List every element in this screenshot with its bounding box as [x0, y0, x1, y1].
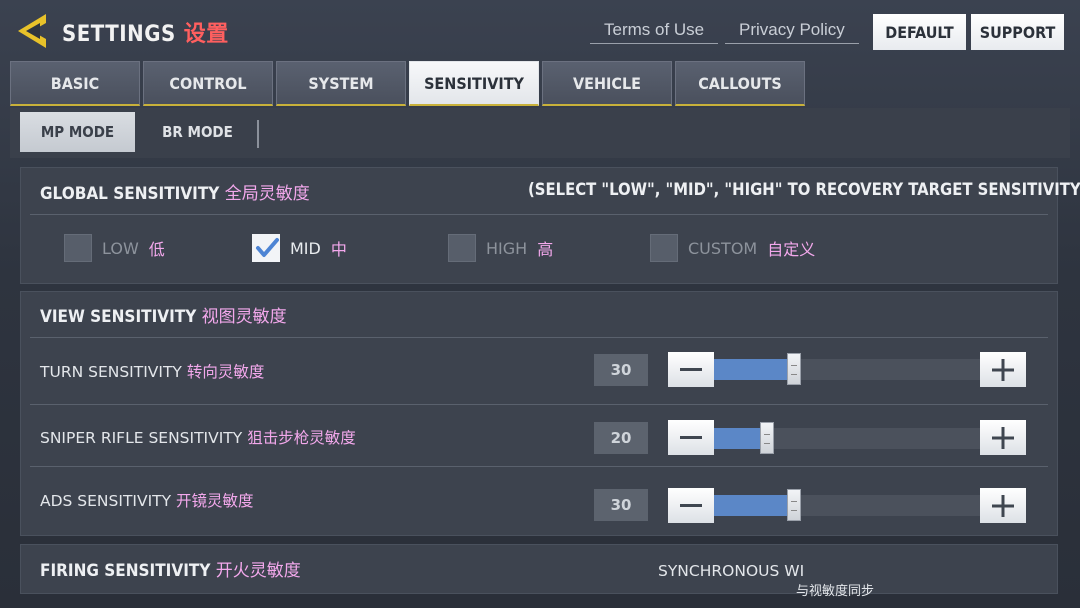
view-sensitivity-title: VIEW SENSITIVITY 视图灵敏度	[40, 302, 287, 327]
slider-fill	[714, 359, 794, 380]
plus-icon	[992, 494, 1014, 517]
global-sensitivity-title: GLOBAL SENSITIVITY 全局灵敏度	[40, 179, 310, 204]
ads-sensitivity-label: ADS SENSITIVITY 开镜灵敏度	[40, 489, 254, 511]
ads-sensitivity-slider[interactable]	[714, 489, 980, 521]
sniper-rifle-sensitivity-label: SNIPER RIFLE SENSITIVITY 狙击步枪灵敏度	[40, 426, 356, 448]
checkmark-icon	[256, 238, 279, 257]
tab-br-mode[interactable]: BR MODE	[140, 112, 255, 152]
plus-icon	[992, 426, 1014, 449]
checkbox-high[interactable]	[448, 234, 476, 262]
ads-sensitivity-increase-button[interactable]	[980, 488, 1026, 523]
tab-callouts[interactable]: CALLOUTS	[675, 61, 805, 106]
firing-sensitivity-title-cn: 开火灵敏度	[215, 561, 301, 581]
sniper-rifle-sensitivity-decrease-button[interactable]	[668, 420, 714, 455]
minus-icon	[680, 435, 702, 439]
view-sensitivity-title-text: VIEW SENSITIVITY	[40, 307, 197, 327]
tab-system[interactable]: SYSTEM	[276, 61, 406, 106]
firing-sensitivity-title-text: FIRING SENSITIVITY	[40, 561, 211, 581]
option-custom-label-cn: 自定义	[767, 240, 816, 259]
page-title-cn: 设置	[183, 22, 229, 47]
minus-icon	[680, 367, 702, 371]
section-divider	[30, 214, 1048, 215]
tab-basic[interactable]: BASIC	[10, 61, 140, 106]
option-high-label-cn: 高	[537, 240, 554, 259]
turn-sensitivity-increase-button[interactable]	[980, 352, 1026, 387]
option-low[interactable]: LOW 低	[64, 234, 165, 262]
ads-sensitivity-value: 30	[594, 489, 648, 521]
synchronous-label: SYNCHRONOUS WI	[658, 562, 805, 580]
tab-vehicle[interactable]: VEHICLE	[542, 61, 672, 106]
turn-sensitivity-label: TURN SENSITIVITY 转向灵敏度	[40, 360, 264, 382]
turn-sensitivity-value: 30	[594, 354, 648, 386]
ads-sensitivity-label-text: ADS SENSITIVITY	[40, 492, 172, 510]
sniper-rifle-sensitivity-slider[interactable]	[714, 422, 980, 454]
back-arrow-icon	[18, 14, 46, 48]
section-divider	[30, 337, 1048, 338]
support-button[interactable]: SUPPORT	[971, 14, 1064, 50]
global-sensitivity-title-cn: 全局灵敏度	[224, 184, 310, 204]
option-high[interactable]: HIGH 高	[448, 234, 553, 262]
tab-sensitivity[interactable]: SENSITIVITY	[409, 61, 539, 106]
option-mid[interactable]: MID 中	[252, 234, 347, 262]
back-button[interactable]	[16, 12, 50, 50]
plus-icon	[992, 358, 1014, 381]
page-title-text: SETTINGS	[62, 22, 176, 47]
checkbox-mid[interactable]	[252, 234, 280, 262]
option-mid-label: MID	[290, 238, 321, 258]
slider-handle[interactable]	[760, 422, 775, 454]
sniper-rifle-sensitivity-label-text: SNIPER RIFLE SENSITIVITY	[40, 429, 243, 447]
firing-sensitivity-title: FIRING SENSITIVITY 开火灵敏度	[40, 556, 301, 581]
option-low-label: LOW	[102, 238, 139, 258]
sniper-rifle-sensitivity-increase-button[interactable]	[980, 420, 1026, 455]
tab-control[interactable]: CONTROL	[143, 61, 273, 106]
option-mid-label-cn: 中	[330, 240, 347, 259]
main-tab-bar: BASIC CONTROL SYSTEM SENSITIVITY VEHICLE…	[10, 61, 805, 106]
turn-sensitivity-label-cn: 转向灵敏度	[186, 363, 265, 381]
option-custom[interactable]: CUSTOM 自定义	[650, 234, 815, 262]
turn-sensitivity-slider[interactable]	[714, 353, 980, 385]
option-high-label: HIGH	[486, 238, 528, 258]
global-sensitivity-title-text: GLOBAL SENSITIVITY	[40, 184, 220, 204]
tab-mp-mode[interactable]: MP MODE	[20, 112, 135, 152]
minus-icon	[680, 503, 702, 507]
slider-handle[interactable]	[786, 353, 801, 385]
page-title: SETTINGS 设置	[62, 16, 229, 48]
row-divider	[30, 404, 1048, 405]
privacy-policy-link[interactable]: Privacy Policy	[725, 20, 859, 44]
sniper-rifle-sensitivity-value: 20	[594, 422, 648, 454]
global-sensitivity-hint: (SELECT "LOW", "MID", "HIGH" TO RECOVERY…	[528, 180, 1080, 199]
row-divider	[30, 466, 1048, 467]
slider-handle[interactable]	[786, 489, 801, 521]
checkbox-low[interactable]	[64, 234, 92, 262]
tab-divider	[257, 120, 259, 148]
default-button[interactable]: DEFAULT	[873, 14, 966, 50]
sniper-rifle-sensitivity-label-cn: 狙击步枪灵敏度	[247, 429, 356, 447]
slider-fill	[714, 495, 794, 516]
option-low-label-cn: 低	[148, 240, 165, 259]
option-custom-label: CUSTOM	[688, 238, 758, 258]
turn-sensitivity-decrease-button[interactable]	[668, 352, 714, 387]
ads-sensitivity-decrease-button[interactable]	[668, 488, 714, 523]
ads-sensitivity-label-cn: 开镜灵敏度	[176, 492, 254, 510]
terms-of-use-link[interactable]: Terms of Use	[590, 20, 719, 44]
turn-sensitivity-label-text: TURN SENSITIVITY	[40, 363, 182, 381]
view-sensitivity-title-cn: 视图灵敏度	[201, 307, 287, 327]
checkbox-custom[interactable]	[650, 234, 678, 262]
synchronous-label-cn: 与视敏度同步	[796, 584, 875, 599]
